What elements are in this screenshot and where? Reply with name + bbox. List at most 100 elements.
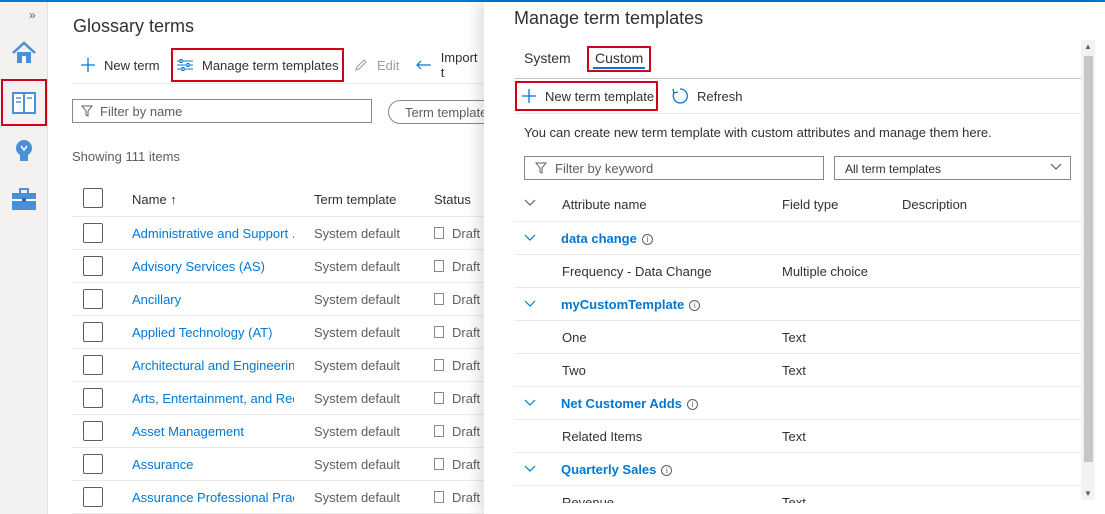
import-button[interactable]: Import t — [415, 48, 484, 82]
row-checkbox[interactable] — [83, 223, 103, 243]
row-checkbox[interactable] — [83, 256, 103, 276]
scroll-down-icon[interactable]: ▼ — [1084, 489, 1092, 498]
attribute-name: One — [562, 330, 587, 345]
term-name-link[interactable]: Arts, Entertainment, and Rec — [132, 391, 294, 406]
column-term-template[interactable]: Term template — [314, 192, 424, 207]
table-row[interactable]: Asset Management System default Draft — [72, 415, 484, 448]
tab-system[interactable]: System — [524, 46, 571, 74]
template-group-name[interactable]: myCustomTemplate i — [561, 297, 701, 312]
insights-bulb-icon[interactable] — [9, 136, 39, 166]
document-icon — [434, 359, 444, 371]
refresh-icon — [672, 88, 688, 104]
table-row[interactable]: Ancillary System default Draft — [72, 283, 484, 316]
panel-title: Manage term templates — [514, 8, 704, 28]
term-name-link[interactable]: Architectural and Engineering — [132, 358, 294, 373]
attribute-field-type: Text — [782, 495, 806, 503]
info-icon[interactable]: i — [641, 234, 653, 245]
collapse-all-chevron-icon[interactable] — [524, 199, 536, 207]
row-checkbox[interactable] — [83, 289, 103, 309]
table-row[interactable]: Assurance Professional Pract System defau… — [72, 481, 484, 514]
attribute-name: Revenue — [562, 495, 615, 503]
refresh-button[interactable]: Refresh — [671, 81, 743, 111]
info-icon[interactable]: i — [689, 300, 701, 311]
template-name: data change — [561, 231, 637, 246]
new-term-template-button[interactable]: New term template — [515, 81, 659, 111]
scroll-up-icon[interactable]: ▲ — [1084, 42, 1092, 51]
table-row[interactable]: Applied Technology (AT) System default Dra… — [72, 316, 484, 349]
term-name-link[interactable]: Administrative and Support ... — [132, 226, 294, 241]
info-icon[interactable]: i — [686, 399, 698, 410]
collapse-chevron-icon[interactable] — [524, 300, 536, 308]
row-checkbox[interactable] — [83, 421, 103, 441]
column-attribute-name[interactable]: Attribute name — [562, 197, 647, 212]
table-row[interactable]: Administrative and Support ... System def… — [72, 217, 484, 250]
active-tab-underline — [593, 67, 646, 69]
sliders-icon — [177, 59, 193, 71]
template-group-name[interactable]: Net Customer Adds i — [561, 396, 698, 411]
attribute-name: Frequency - Data Change — [562, 264, 712, 279]
edit-button[interactable]: Edit — [353, 48, 399, 82]
table-row[interactable]: Architectural and Engineering System defa… — [72, 349, 484, 382]
term-name-link[interactable]: Applied Technology (AT) — [132, 325, 294, 340]
document-icon — [434, 326, 444, 338]
template-group-row[interactable]: data change i — [514, 222, 1081, 255]
term-template-cell: System default — [314, 457, 400, 472]
attribute-row[interactable]: Two Text — [514, 354, 1081, 387]
row-checkbox[interactable] — [83, 322, 103, 342]
filter-by-keyword-input[interactable]: Filter by keyword — [524, 156, 824, 180]
table-row[interactable]: Advisory Services (AS) System default Draf… — [72, 250, 484, 283]
collapse-chevron-icon[interactable] — [524, 465, 536, 473]
glossary-book-icon[interactable] — [9, 88, 39, 118]
term-template-filter-pill[interactable]: Term template — [388, 100, 498, 124]
template-group-row[interactable]: myCustomTemplate i — [514, 288, 1081, 321]
term-template-cell: System default — [314, 292, 400, 307]
attributes-table: Attribute name Field type Description da… — [514, 187, 1081, 503]
column-name[interactable]: Name ↑ — [132, 192, 294, 207]
template-group-name[interactable]: Quarterly Sales i — [561, 462, 673, 477]
attribute-name: Two — [562, 363, 586, 378]
tab-custom[interactable]: Custom — [587, 46, 652, 72]
row-checkbox[interactable] — [83, 454, 103, 474]
template-group-row[interactable]: Net Customer Adds i — [514, 387, 1081, 420]
import-arrow-icon — [416, 60, 431, 70]
filter-funnel-icon — [81, 105, 93, 117]
collapse-chevron-icon[interactable] — [524, 399, 536, 407]
keyword-placeholder: Filter by keyword — [555, 160, 654, 176]
template-group-row[interactable]: Quarterly Sales i — [514, 453, 1081, 486]
column-description[interactable]: Description — [902, 197, 967, 212]
management-toolbox-icon[interactable] — [9, 184, 39, 214]
collapse-chevron-icon[interactable] — [524, 234, 536, 242]
row-checkbox[interactable] — [83, 355, 103, 375]
column-field-type[interactable]: Field type — [782, 197, 838, 212]
home-icon[interactable] — [9, 38, 39, 68]
attribute-name: Related Items — [562, 429, 643, 444]
panel-scrollbar[interactable]: ▲ ▼ — [1081, 40, 1095, 500]
row-checkbox[interactable] — [83, 388, 103, 408]
table-row[interactable]: Assurance System default Draft — [72, 448, 484, 481]
term-name-link[interactable]: Asset Management — [132, 424, 294, 439]
new-term-button[interactable]: New term — [80, 48, 160, 82]
attribute-row[interactable]: Related Items Text — [514, 420, 1081, 453]
term-templates-dropdown[interactable]: All term templates — [834, 156, 1071, 180]
info-icon[interactable]: i — [661, 465, 673, 476]
table-row[interactable]: Arts, Entertainment, and Rec System defau… — [72, 382, 484, 415]
attribute-row[interactable]: Revenue Text — [514, 486, 1081, 503]
refresh-label: Refresh — [697, 88, 743, 104]
term-name-link[interactable]: Advisory Services (AS) — [132, 259, 294, 274]
tab-custom-label: Custom — [595, 50, 644, 66]
attribute-row[interactable]: Frequency - Data Change Multiple choice — [514, 255, 1081, 288]
status-text: Draft — [452, 259, 481, 274]
term-name-link[interactable]: Assurance Professional Pract — [132, 490, 294, 505]
attribute-field-type: Text — [782, 330, 806, 345]
expand-nav-icon[interactable]: » — [29, 8, 36, 22]
manage-term-templates-button[interactable]: Manage term templates — [171, 48, 344, 82]
row-checkbox[interactable] — [83, 487, 103, 507]
term-name-link[interactable]: Ancillary — [132, 292, 294, 307]
select-all-checkbox[interactable] — [83, 188, 103, 208]
template-group-name[interactable]: data change i — [561, 231, 653, 246]
panel-toolbar: New term template Refresh — [514, 78, 1082, 114]
scrollbar-thumb[interactable] — [1084, 56, 1093, 462]
attribute-row[interactable]: One Text — [514, 321, 1081, 354]
filter-by-name-input[interactable]: Filter by name — [72, 99, 372, 123]
term-name-link[interactable]: Assurance — [132, 457, 294, 472]
